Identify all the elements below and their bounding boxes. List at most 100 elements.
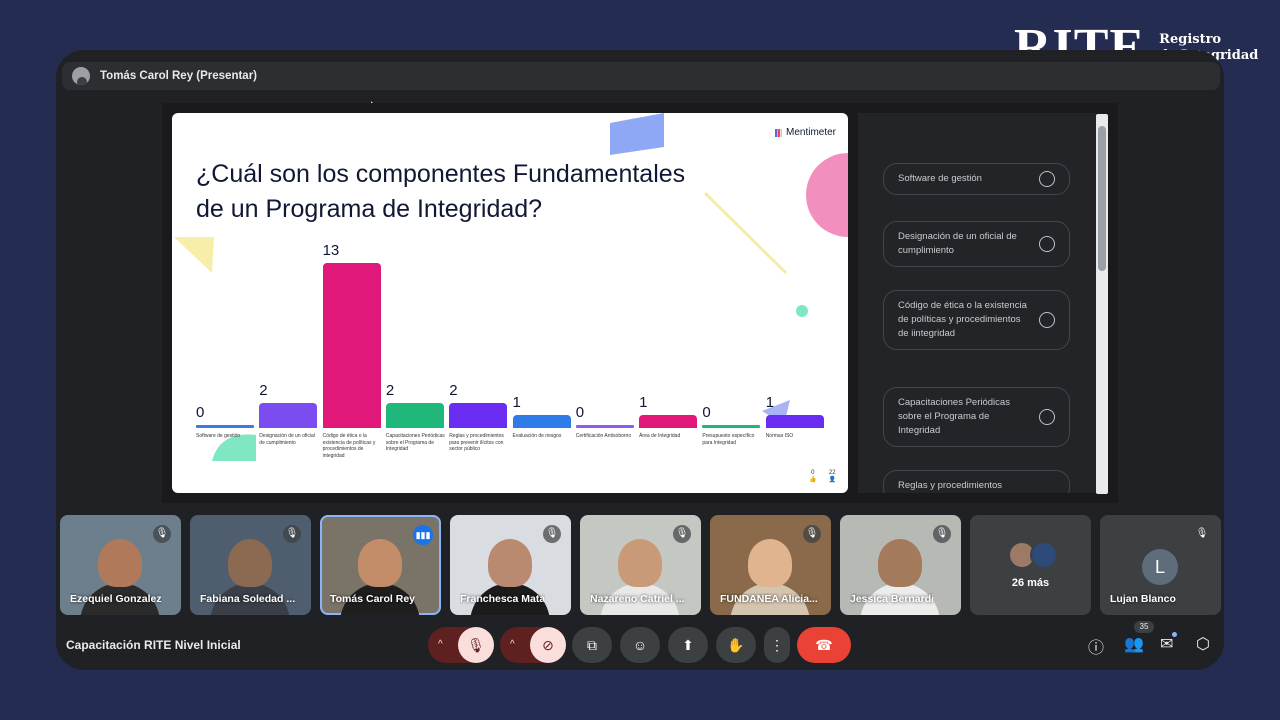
bar: [765, 415, 824, 428]
brand-sub-line1: Registro: [1159, 32, 1222, 47]
bar-category-label: Capacitaciones Periódicas sobre el Progr…: [385, 433, 445, 452]
participant-tile[interactable]: 🎙 Nazareno Catriel ...: [580, 515, 701, 615]
captions-button[interactable]: ⧉: [572, 627, 612, 663]
bar-column: 0: [575, 238, 634, 428]
raise-hand-button[interactable]: ✋: [716, 627, 756, 663]
bar-value: 2: [385, 381, 395, 399]
bar-column: 0: [702, 238, 761, 428]
thumbs-up-icon: 👍: [809, 477, 817, 483]
option-software[interactable]: Software de gestión: [883, 163, 1070, 195]
presenter-name: Tomás Carol Rey (Presentar): [100, 70, 258, 82]
mic-off-icon: 🎙: [458, 627, 494, 663]
radio-circle-icon[interactable]: [1039, 409, 1055, 425]
mic-off-icon: 🎙: [1193, 525, 1211, 543]
more-vert-icon: ⋮: [770, 637, 784, 653]
bar-category-label: Presupuesto específico para Integridad: [702, 433, 755, 446]
bar-column: 13: [322, 238, 381, 428]
mentimeter-slide: Mentimeter ¿Cuál son los componentes Fun…: [172, 113, 848, 493]
bar-column: 2: [449, 238, 508, 428]
bar-value: 0: [575, 404, 585, 421]
mic-off-icon: 🎙: [933, 525, 951, 543]
option-capacitaciones[interactable]: Capacitaciones Periódicas sobre el Progr…: [883, 387, 1070, 447]
bar-chart: 0 2 13 2 2 1 0 1 0 1: [196, 238, 826, 428]
panel-scrollbar[interactable]: [1096, 114, 1108, 494]
option-oficial[interactable]: Designación de un oficial de cumplimient…: [883, 221, 1070, 267]
chat-button[interactable]: ✉: [1160, 634, 1173, 654]
radio-circle-icon[interactable]: [1039, 171, 1055, 187]
chat-icon: ✉: [1160, 636, 1174, 653]
option-label: Capacitaciones Periódicas sobre el Progr…: [898, 397, 1010, 436]
people-button[interactable]: 👥: [1124, 634, 1144, 654]
video-person: [228, 539, 272, 587]
bar: [702, 425, 761, 428]
bar-column: 1: [639, 238, 698, 428]
bar-value: 13: [322, 242, 340, 259]
bar-value: 1: [512, 394, 521, 412]
present-button[interactable]: ⬆: [668, 627, 708, 663]
mic-toggle-button[interactable]: ^ 🎙: [428, 627, 494, 663]
camera-toggle-button[interactable]: ^ ⊘: [500, 627, 566, 663]
participant-tile[interactable]: 🎙 Ezequiel Gonzalez: [60, 515, 181, 615]
avatar: L: [1142, 549, 1178, 585]
video-person: [618, 539, 662, 587]
info-button[interactable]: ⓘ: [1088, 634, 1104, 658]
present-screen-icon: ⬆: [682, 637, 694, 653]
hang-up-icon: ☎: [815, 637, 833, 653]
participant-count-badge: 35: [1134, 621, 1154, 633]
slide-reactions: 0 👍 22 👤: [809, 470, 836, 483]
participant-tile[interactable]: 🎙 Jessica Bernardi: [840, 515, 961, 615]
bar-value: 2: [259, 381, 268, 399]
participant-name: Lujan Blanco: [1110, 593, 1176, 605]
reactions-button[interactable]: ☺: [620, 627, 660, 663]
info-icon: ⓘ: [1088, 640, 1105, 657]
hand-icon: ✋: [727, 637, 745, 653]
radio-circle-icon[interactable]: [1039, 236, 1055, 252]
question-title: ¿Cuál son los componentes Fundamentales …: [196, 157, 756, 227]
more-count-label: 26 más: [1011, 577, 1050, 589]
chevron-up-icon[interactable]: ^: [438, 627, 443, 663]
option-label: Designación de un oficial de cumplimient…: [898, 231, 1017, 256]
people-icon: 👥: [1124, 636, 1144, 653]
presenter-avatar: [72, 67, 90, 85]
option-label: Reglas y procedimientos: [898, 480, 1003, 491]
participant-tile[interactable]: 🎙 Fabiana Soledad ...: [190, 515, 311, 615]
bar-category-label: Designación de un oficial de cumplimient…: [259, 433, 315, 446]
more-participants-tile[interactable]: 26 más: [970, 515, 1091, 615]
voting-panel: Software de gestión Designación de un of…: [858, 113, 1096, 493]
camera-off-icon: ⊘: [530, 627, 566, 663]
participant-tile[interactable]: L 🎙 Lujan Blanco: [1100, 515, 1221, 615]
video-person: [488, 539, 532, 587]
mentimeter-logo: Mentimeter: [774, 127, 836, 138]
radio-circle-icon[interactable]: [1039, 312, 1055, 328]
option-reglas[interactable]: Reglas y procedimientos: [883, 470, 1070, 493]
option-codigo[interactable]: Código de ética o la existencia de polít…: [883, 290, 1070, 350]
avatar: [1030, 541, 1058, 569]
participant-tile[interactable]: 🎙 FUNDANEA Alicia...: [710, 515, 831, 615]
participant-tile-active[interactable]: ▮▮▮ Tomás Carol Rey: [320, 515, 441, 615]
bar: [385, 402, 444, 428]
video-person: [358, 539, 402, 587]
leave-call-button[interactable]: ☎: [797, 627, 851, 663]
scroll-thumb[interactable]: [1098, 126, 1106, 271]
activities-icon: ⬡: [1196, 636, 1210, 653]
bar: [512, 415, 571, 428]
mentimeter-label: Mentimeter: [785, 127, 836, 138]
bar-category-label: Certificación Antisoborno: [575, 433, 632, 439]
captions-icon: ⧉: [587, 637, 597, 653]
bar-column: 1: [765, 238, 824, 428]
mic-off-icon: 🎙: [153, 525, 171, 543]
bar-category-label: Área de Integridad: [639, 433, 681, 439]
bar-column: 1: [512, 238, 571, 428]
bar-column: 0: [196, 238, 254, 428]
bar-category-label: Reglas y procedimientos para prevenir il…: [449, 433, 504, 452]
mentimeter-icon: [774, 128, 782, 137]
presenter-bar: Tomás Carol Rey (Presentar): [62, 62, 1220, 90]
bar-column: 2: [259, 238, 318, 428]
chevron-up-icon[interactable]: ^: [510, 627, 515, 663]
activities-button[interactable]: ⬡: [1196, 634, 1210, 654]
more-options-button[interactable]: ⋮: [764, 627, 790, 663]
participant-name: Ezequiel Gonzalez: [70, 593, 162, 605]
question-title-line2: de un Programa de Integridad?: [196, 195, 543, 223]
notification-dot: [1172, 632, 1177, 637]
participant-tile[interactable]: 🎙 Franchesca Mata: [450, 515, 571, 615]
